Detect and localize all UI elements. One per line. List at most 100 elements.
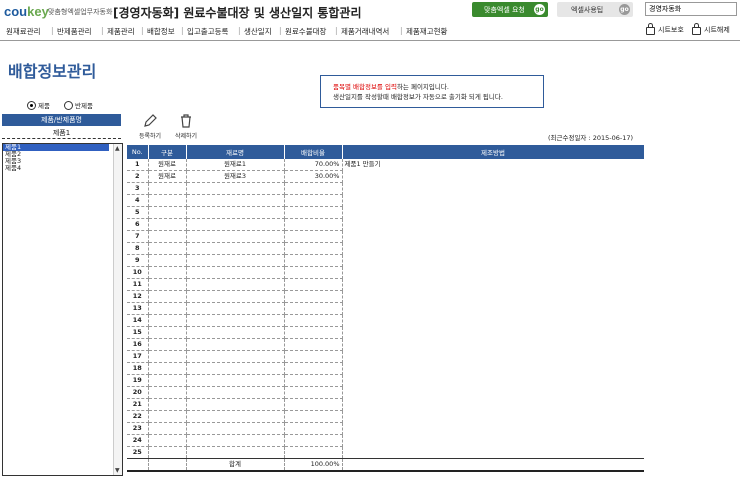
method-cell[interactable] [342,447,644,459]
menu-production-log[interactable]: 생산일지 [244,26,272,37]
custom-request-button[interactable]: 맞춤엑셀 요청 go [472,2,548,17]
material-cell[interactable]: 원재료1 [186,159,285,171]
type-cell[interactable] [148,410,187,423]
menu-semi-products[interactable]: 반제품관리 [57,26,92,37]
register-button[interactable]: 등록하기 [134,113,166,140]
scroll-down-icon[interactable]: ▼ [115,467,120,474]
ratio-cell[interactable] [284,434,343,447]
method-cell[interactable] [342,423,644,435]
material-cell[interactable] [186,374,285,387]
type-cell[interactable] [148,194,187,207]
material-cell[interactable] [186,446,285,459]
search-input[interactable] [645,2,737,16]
type-cell[interactable] [148,434,187,447]
material-cell[interactable] [186,314,285,327]
method-cell[interactable] [342,327,644,339]
menu-mix-info[interactable]: 배합정보 [147,26,175,37]
method-cell[interactable] [342,255,644,267]
material-cell[interactable] [186,182,285,195]
ratio-cell[interactable] [284,386,343,399]
method-cell[interactable] [342,315,644,327]
ratio-cell[interactable] [284,326,343,339]
method-cell[interactable] [342,351,644,363]
type-cell[interactable] [148,386,187,399]
type-cell[interactable]: 원재료 [148,170,187,183]
type-cell[interactable] [148,218,187,231]
ratio-cell[interactable] [284,422,343,435]
type-cell[interactable] [148,242,187,255]
ratio-cell[interactable] [284,338,343,351]
ratio-cell[interactable]: 70.00% [284,159,343,171]
type-cell[interactable] [148,302,187,315]
type-cell[interactable] [148,206,187,219]
ratio-cell[interactable] [284,290,343,303]
type-cell[interactable] [148,266,187,279]
ratio-cell[interactable] [284,230,343,243]
material-cell[interactable] [186,278,285,291]
ratio-cell[interactable] [284,374,343,387]
type-cell[interactable] [148,326,187,339]
material-cell[interactable] [186,362,285,375]
list-item[interactable]: 제품4 [3,165,122,172]
sheet-unprotect-button[interactable]: 시트해제 [692,23,730,35]
material-cell[interactable] [186,398,285,411]
scroll-up-icon[interactable]: ▲ [115,145,120,152]
ratio-cell[interactable] [284,278,343,291]
ratio-cell[interactable] [284,182,343,195]
sheet-protect-button[interactable]: 시트보호 [646,23,684,35]
material-cell[interactable] [186,410,285,423]
method-cell[interactable] [342,183,644,195]
excel-tips-button[interactable]: 엑셀사용팁 go [557,2,633,17]
ratio-cell[interactable] [284,218,343,231]
method-cell[interactable] [342,375,644,387]
listbox-scrollbar[interactable]: ▲ ▼ [113,144,122,475]
method-cell[interactable] [342,363,644,375]
type-cell[interactable] [148,422,187,435]
menu-in-out[interactable]: 입고출고등록 [187,26,228,37]
menu-raw-materials[interactable]: 원재료관리 [6,26,41,37]
product-listbox[interactable]: 제품1 제품2 제품3 제품4 ▲ ▼ [2,143,123,476]
ratio-cell[interactable] [284,254,343,267]
material-cell[interactable] [186,302,285,315]
type-cell[interactable] [148,230,187,243]
method-cell[interactable] [342,399,644,411]
menu-material-ledger[interactable]: 원료수불대장 [285,26,326,37]
type-cell[interactable] [148,350,187,363]
material-cell[interactable] [186,254,285,267]
material-cell[interactable] [186,422,285,435]
ratio-cell[interactable] [284,410,343,423]
material-cell[interactable] [186,230,285,243]
type-cell[interactable]: 원재료 [148,159,187,171]
method-cell[interactable] [342,387,644,399]
method-cell[interactable] [342,291,644,303]
method-cell[interactable] [342,279,644,291]
material-cell[interactable] [186,206,285,219]
material-cell[interactable] [186,350,285,363]
radio-product[interactable]: 제품 [27,100,50,110]
ratio-cell[interactable] [284,206,343,219]
delete-button[interactable]: 삭제하기 [170,113,202,140]
ratio-cell[interactable] [284,350,343,363]
method-cell[interactable]: 제품1 만들기 [342,159,644,171]
ratio-cell[interactable] [284,446,343,459]
menu-inventory[interactable]: 제품재고현황 [406,26,447,37]
ratio-cell[interactable] [284,194,343,207]
ratio-cell[interactable] [284,242,343,255]
material-cell[interactable] [186,218,285,231]
material-cell[interactable] [186,242,285,255]
type-cell[interactable] [148,278,187,291]
type-cell[interactable] [148,362,187,375]
type-cell[interactable] [148,182,187,195]
method-cell[interactable] [342,411,644,423]
method-cell[interactable] [342,303,644,315]
menu-products[interactable]: 제품관리 [107,26,135,37]
ratio-cell[interactable] [284,362,343,375]
method-cell[interactable] [342,171,644,183]
ratio-cell[interactable] [284,398,343,411]
material-cell[interactable] [186,338,285,351]
radio-semi-product[interactable]: 반제품 [64,100,93,110]
material-cell[interactable] [186,386,285,399]
ratio-cell[interactable]: 30.00% [284,170,343,183]
selected-product[interactable]: 제품1 [2,128,121,138]
type-cell[interactable] [148,314,187,327]
